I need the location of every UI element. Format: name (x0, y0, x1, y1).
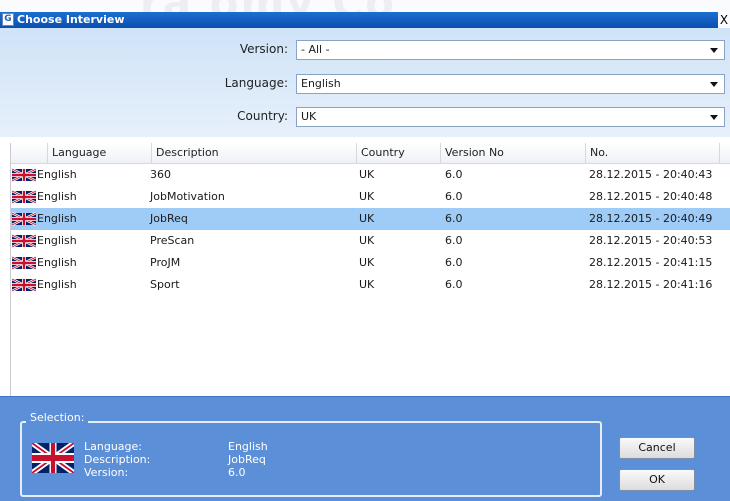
chevron-down-icon (710, 48, 718, 53)
column-header-language[interactable]: Language (47, 143, 151, 163)
version-select-value: - All - (301, 43, 330, 56)
selection-language-value: English (228, 440, 268, 453)
chevron-down-icon (710, 82, 718, 87)
cell-description: Sport (150, 278, 180, 291)
cell-language: English (37, 190, 77, 203)
column-header-spacer (719, 143, 730, 163)
cell-description: JobReq (150, 212, 188, 225)
cell-description: ProJM (150, 256, 181, 269)
cell-country: UK (359, 190, 375, 203)
cell-description: 360 (150, 168, 171, 181)
table-header: Language Description Country Version No … (11, 143, 730, 164)
selection-title: Selection: (26, 411, 89, 424)
cell-description: PreScan (150, 234, 195, 247)
column-header-flag[interactable] (11, 143, 47, 163)
cell-language: English (37, 278, 77, 291)
table-row[interactable]: English 360 UK 6.0 28.12.2015 - 20:40:43 (11, 164, 730, 186)
ok-button[interactable]: OK (619, 469, 695, 491)
cell-country: UK (359, 168, 375, 181)
version-label: Version: (239, 42, 288, 56)
selection-panel: Language: English Description: JobReq Ve… (0, 396, 730, 501)
selection-group: Language: English Description: JobReq Ve… (20, 421, 602, 497)
cell-no: 28.12.2015 - 20:40:49 (589, 212, 713, 225)
selection-description-value: JobReq (228, 453, 266, 466)
cell-version: 6.0 (445, 212, 463, 225)
column-header-country[interactable]: Country (356, 143, 440, 163)
cell-country: UK (359, 256, 375, 269)
selection-version-label: Version: (84, 466, 129, 479)
cell-no: 28.12.2015 - 20:41:16 (589, 278, 713, 291)
cell-language: English (37, 168, 77, 181)
column-header-description[interactable]: Description (151, 143, 356, 163)
cell-language: English (37, 212, 77, 225)
cell-country: UK (359, 234, 375, 247)
uk-flag-icon (32, 443, 74, 473)
table-row[interactable]: English Sport UK 6.0 28.12.2015 - 20:41:… (11, 274, 730, 296)
cancel-button[interactable]: Cancel (619, 437, 695, 459)
cell-no: 28.12.2015 - 20:40:48 (589, 190, 713, 203)
selection-description-label: Description: (84, 453, 151, 466)
cell-version: 6.0 (445, 234, 463, 247)
window-title: Choose Interview (17, 13, 125, 26)
version-select[interactable]: - All - (296, 40, 725, 60)
table-row[interactable]: English ProJM UK 6.0 28.12.2015 - 20:41:… (11, 252, 730, 274)
selection-language-label: Language: (84, 440, 142, 453)
cell-no: 28.12.2015 - 20:40:53 (589, 234, 713, 247)
country-select-value: UK (301, 110, 317, 123)
cell-no: 28.12.2015 - 20:41:15 (589, 256, 713, 269)
cell-country: UK (359, 212, 375, 225)
cell-version: 6.0 (445, 256, 463, 269)
cell-version: 6.0 (445, 190, 463, 203)
column-header-no[interactable]: No. (585, 143, 719, 163)
cell-country: UK (359, 278, 375, 291)
interview-table: Language Description Country Version No … (10, 143, 730, 396)
table-row-selected[interactable]: English JobReq UK 6.0 28.12.2015 - 20:40… (11, 208, 730, 230)
language-label: Language: (224, 76, 288, 90)
language-select-value: English (301, 77, 341, 90)
close-icon[interactable]: X (718, 13, 730, 28)
cell-language: English (37, 256, 77, 269)
cell-version: 6.0 (445, 168, 463, 181)
selection-version-value: 6.0 (228, 466, 246, 479)
app-icon: G (2, 13, 14, 26)
country-label: Country: (237, 109, 288, 123)
language-select[interactable]: English (296, 74, 725, 94)
table-row[interactable]: English PreScan UK 6.0 28.12.2015 - 20:4… (11, 230, 730, 252)
cell-language: English (37, 234, 77, 247)
country-select[interactable]: UK (296, 107, 725, 127)
filter-panel: Version: - All - Language: English Count… (0, 28, 730, 137)
cell-version: 6.0 (445, 278, 463, 291)
cell-description: JobMotivation (150, 190, 225, 203)
cell-no: 28.12.2015 - 20:40:43 (589, 168, 713, 181)
column-header-version-no[interactable]: Version No (440, 143, 585, 163)
title-bar: ra omy Co G Choose Interview X (0, 0, 730, 28)
chevron-down-icon (710, 115, 718, 120)
table-row[interactable]: English JobMotivation UK 6.0 28.12.2015 … (11, 186, 730, 208)
